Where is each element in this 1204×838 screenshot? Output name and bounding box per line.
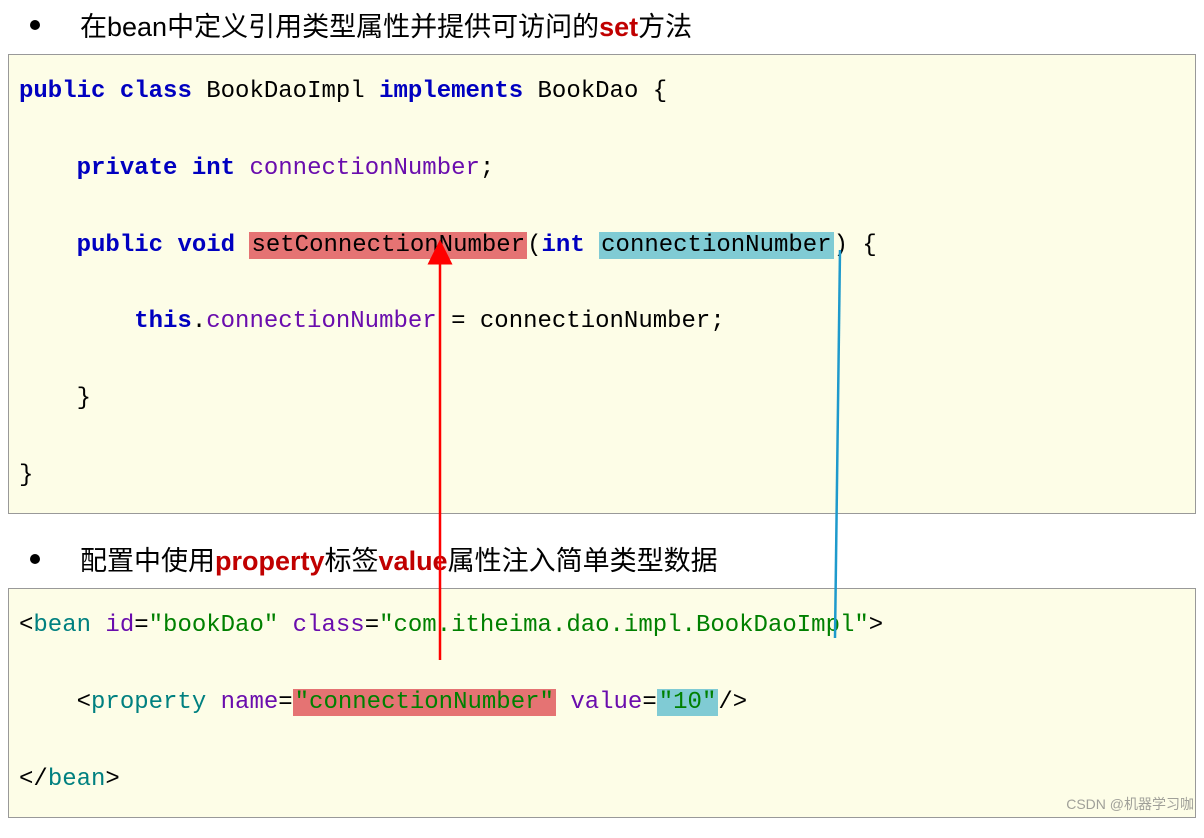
bullet-1-text: 在bean中定义引用类型属性并提供可访问的set方法 [80,5,692,44]
class-name: BookDaoImpl [206,78,364,105]
bullet-2-pre: 配置中使用 [80,546,215,576]
val-value-highlight: "10" [657,689,719,716]
assign-val: connectionNumber [480,308,710,335]
bullet-2-red2: value [379,546,448,576]
bullet-dot-2 [30,554,40,564]
param-name-highlight: connectionNumber [599,232,833,259]
kw-int: int [192,155,235,182]
xml-code-box: <bean id="bookDao" class="com.itheima.da… [8,588,1196,818]
method-name-highlight: setConnectionNumber [249,232,527,259]
attr-class: class [293,612,365,639]
attr-name: name [221,689,279,716]
bullet-1-pre: 在bean中定义引用类型属性并提供可访问的 [80,12,599,42]
kw-public: public [19,78,105,105]
kw-private: private [77,155,178,182]
bullet-2-mid: 标签 [325,546,379,576]
tag-bean: bean [33,612,91,639]
bullet-1: 在bean中定义引用类型属性并提供可访问的set方法 [0,0,1204,49]
val-name-highlight: "connectionNumber" [293,689,556,716]
tag-property: property [91,689,206,716]
iface-name: BookDao [538,78,639,105]
kw-implements: implements [379,78,523,105]
kw-void: void [177,232,235,259]
java-code-box: public class BookDaoImpl implements Book… [8,54,1196,514]
bullet-2-post: 属性注入简单类型数据 [448,546,718,576]
assign-field: connectionNumber [206,308,436,335]
bullet-2-red1: property [215,546,325,576]
field-name: connectionNumber [249,155,479,182]
tag-bean-close: bean [48,766,106,793]
bullet-dot [30,20,40,30]
kw-this: this [134,308,192,335]
bullet-2: 配置中使用property标签value属性注入简单类型数据 [0,534,1204,583]
bullet-1-red: set [599,12,638,42]
val-class: "com.itheima.dao.impl.BookDaoImpl" [379,612,869,639]
bullet-1-post: 方法 [638,12,692,42]
kw-class: class [120,78,192,105]
param-type: int [542,232,585,259]
bullet-2-text: 配置中使用property标签value属性注入简单类型数据 [80,539,718,578]
kw-public2: public [77,232,163,259]
val-id: "bookDao" [149,612,279,639]
watermark: CSDN @机器学习咖 [1066,794,1194,814]
attr-value: value [570,689,642,716]
attr-id: id [105,612,134,639]
